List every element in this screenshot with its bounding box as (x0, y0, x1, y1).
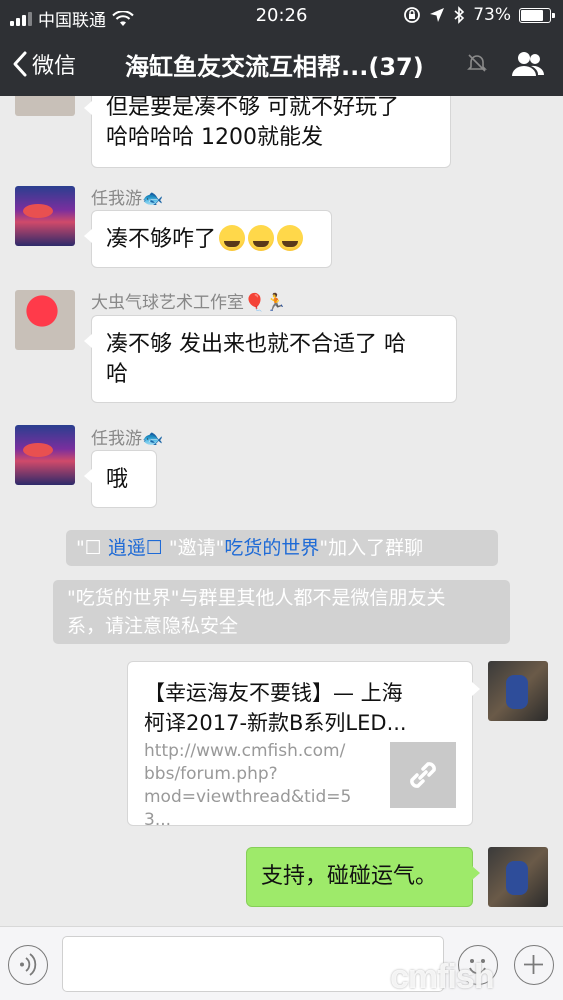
laugh-cry-emoji-icon (277, 225, 304, 251)
bluetooth-icon (454, 6, 465, 24)
message-text: 哦 (106, 467, 129, 492)
my-message-bubble[interactable]: 支持，碰碰运气。 (246, 847, 480, 907)
message-text: 凑不够 发出来也就不合适了 哈 (106, 332, 406, 357)
plus-button[interactable] (514, 945, 554, 985)
message-bubble[interactable]: 凑不够 发出来也就不合适了 哈 哈 (84, 315, 457, 403)
system-privacy-notice: "吃货的世界"与群里其他人都不是微信朋友关 系，请注意隐私安全 (53, 580, 510, 644)
laugh-cry-emoji-icon (248, 225, 275, 251)
top-bar: 中国联通 20:26 73% 微信 海缸鱼友交流互相帮...(37) (0, 0, 563, 96)
group-members-icon[interactable] (511, 50, 545, 78)
nav-bar: 微信 海缸鱼友交流互相帮...(37) (0, 32, 563, 96)
chat-title: 海缸鱼友交流互相帮...(37) (125, 53, 424, 81)
link-thumbnail (390, 742, 456, 808)
battery-fill (521, 9, 543, 21)
sender-name: 任我游🐟 (91, 189, 164, 209)
battery-icon (519, 7, 555, 23)
location-icon (430, 8, 445, 22)
chevron-left-icon (13, 51, 27, 77)
avatar[interactable] (15, 425, 75, 485)
status-bar: 中国联通 20:26 73% (0, 0, 563, 32)
message-text: 但是要是凑不够 可就不好玩了 (106, 96, 399, 120)
invitee-link[interactable]: 吃货的世界 (224, 537, 319, 559)
avatar[interactable] (15, 186, 75, 246)
link-icon (410, 762, 436, 788)
message-input[interactable] (62, 936, 444, 992)
my-avatar[interactable] (488, 847, 548, 907)
lock-rotation-icon (404, 7, 421, 23)
watermark: cmfish (390, 958, 495, 996)
back-button[interactable]: 微信 (12, 48, 76, 80)
inviter-link[interactable]: 逍遥☐ (108, 537, 163, 559)
message-text: 凑不够咋了 (106, 227, 217, 252)
plus-icon (524, 955, 543, 974)
message-bubble[interactable]: 凑不够咋了 (84, 210, 332, 268)
message-bubble[interactable]: 但是要是凑不够 可就不好玩了 哈哈哈哈 1200就能发 (84, 96, 451, 168)
message-text: 支持，碰碰运气。 (261, 864, 438, 889)
voice-button[interactable] (8, 945, 48, 985)
avatar[interactable] (15, 290, 75, 350)
link-card-title: 【幸运海友不要钱】— 上海 柯译2017-新款B系列LED... (144, 681, 407, 735)
message-text: 哈 (106, 362, 129, 387)
link-card-url: http://www.cmfish.com/ bbs/forum.php? mo… (144, 741, 352, 830)
message-text: 哈哈哈哈 1200就能发 (106, 125, 323, 150)
laugh-cry-emoji-icon (219, 225, 246, 251)
sender-name: 大虫气球艺术工作室🎈🏃 (91, 293, 287, 313)
shared-link-card[interactable]: 【幸运海友不要钱】— 上海 柯译2017-新款B系列LED... http://… (127, 661, 480, 830)
system-invite-message: "☐ 逍遥☐ "邀请"吃货的世界"加入了群聊 (66, 530, 498, 566)
sender-name: 任我游🐟 (91, 429, 164, 449)
my-avatar[interactable] (488, 661, 548, 721)
message-bubble[interactable]: 哦 (84, 450, 157, 508)
chat-area[interactable]: 但是要是凑不够 可就不好玩了 哈哈哈哈 1200就能发 任我游🐟 凑不够咋了 大… (0, 96, 563, 926)
avatar[interactable] (15, 96, 75, 116)
battery-percent: 73% (473, 5, 511, 25)
voice-icon (20, 953, 37, 976)
mute-bell-icon (467, 54, 487, 72)
back-label: 微信 (32, 54, 77, 79)
